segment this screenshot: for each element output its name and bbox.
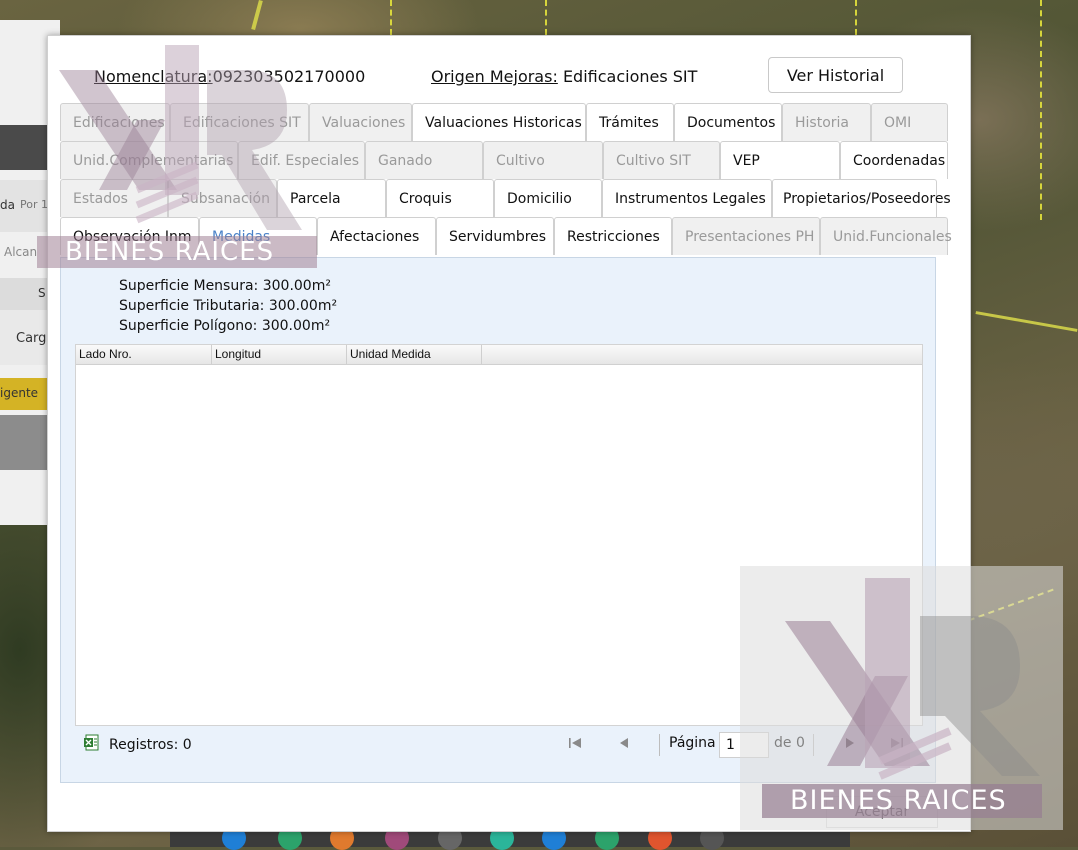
registros-count: Registros: 0 — [109, 737, 192, 753]
tab-parcela[interactable]: Parcela — [277, 179, 386, 217]
panel-text-cargar[interactable]: Carg — [16, 331, 46, 346]
medidas-panel: Superficie Mensura: 300.00m² Superficie … — [60, 257, 936, 783]
origen-mejoras-label: Origen Mejoras: — [431, 67, 558, 86]
tab-domicilio[interactable]: Domicilio — [494, 179, 602, 217]
nomenclatura-header: Nomenclatura:092303502170000 — [94, 67, 365, 86]
nomenclatura-value: 092303502170000 — [212, 67, 366, 86]
panel-text-por: Por 1 — [20, 198, 48, 211]
tab-cultivo[interactable]: Cultivo — [483, 141, 603, 179]
tab-row-1: Edificaciones Edificaciones SIT Valuacio… — [60, 103, 948, 141]
tab-edificaciones-sit[interactable]: Edificaciones SIT — [170, 103, 309, 141]
column-lado-nro[interactable]: Lado Nro. — [76, 345, 212, 364]
panel-text-da: da — [0, 198, 15, 212]
total-pages-label: de 0 — [774, 735, 805, 751]
panel-text-vigente: igente — [0, 386, 39, 400]
tab-documentos[interactable]: Documentos — [674, 103, 782, 141]
tab-omi[interactable]: OMI — [871, 103, 948, 141]
origen-mejoras-value: Edificaciones SIT — [562, 67, 698, 86]
medidas-grid: Lado Nro. Longitud Unidad Medida — [75, 344, 923, 726]
ver-historial-button[interactable]: Ver Historial — [768, 57, 903, 93]
tab-edif-especiales[interactable]: Edif. Especiales — [238, 141, 365, 179]
tab-edificaciones[interactable]: Edificaciones — [60, 103, 170, 141]
next-page-icon[interactable] — [843, 736, 857, 754]
superficie-mensura: Superficie Mensura: 300.00m² — [119, 278, 331, 294]
tab-unid-complementarias[interactable]: Unid.Complementarias — [60, 141, 238, 179]
tab-row-2: Unid.Complementarias Edif. Especiales Ga… — [60, 141, 948, 179]
tab-row-3: Estados Subsanación Parcela Croquis Domi… — [60, 179, 951, 217]
tab-cultivo-sit[interactable]: Cultivo SIT — [603, 141, 720, 179]
grid-pager: Registros: 0 Página de 0 — [61, 726, 935, 766]
tab-valuaciones[interactable]: Valuaciones — [309, 103, 412, 141]
tab-coordenadas[interactable]: Coordenadas — [840, 141, 948, 179]
pager-separator — [659, 734, 660, 756]
tab-presentaciones-ph[interactable]: Presentaciones PH — [672, 217, 820, 255]
panel-text-s: S — [38, 286, 46, 300]
tab-vep[interactable]: VEP — [720, 141, 840, 179]
aceptar-button[interactable]: Aceptar — [826, 796, 938, 828]
column-longitud[interactable]: Longitud — [212, 345, 347, 364]
grid-header: Lado Nro. Longitud Unidad Medida — [76, 345, 922, 365]
origen-mejoras-header: Origen Mejoras: Edificaciones SIT — [431, 67, 697, 86]
prev-page-icon[interactable] — [617, 736, 631, 754]
tab-subsanacion[interactable]: Subsanación — [168, 179, 277, 217]
nomenclatura-label: Nomenclatura: — [94, 67, 213, 86]
tab-valuaciones-historicas[interactable]: Valuaciones Historicas — [412, 103, 586, 141]
parcel-info-dialog: Nomenclatura:092303502170000 Origen Mejo… — [47, 35, 971, 832]
tab-observacion-inm[interactable]: Observación Inm — [60, 217, 199, 255]
pagina-label: Página — [669, 735, 716, 751]
superficie-tributaria: Superficie Tributaria: 300.00m² — [119, 298, 338, 314]
last-page-icon[interactable] — [889, 736, 905, 754]
first-page-icon[interactable] — [567, 736, 583, 754]
tab-propietarios-poseedores[interactable]: Propietarios/Poseedores — [772, 179, 951, 217]
tab-estados[interactable]: Estados — [60, 179, 168, 217]
pager-separator-2 — [813, 734, 814, 756]
panel-text-alcance: Alcan — [4, 245, 38, 259]
tab-unid-funcionales[interactable]: Unid.Funcionales — [820, 217, 952, 255]
tab-tramites[interactable]: Trámites — [586, 103, 674, 141]
page-number-input[interactable] — [719, 732, 769, 758]
tab-croquis[interactable]: Croquis — [386, 179, 494, 217]
superficie-poligono: Superficie Polígono: 300.00m² — [119, 318, 331, 334]
excel-export-icon[interactable] — [83, 734, 100, 755]
tab-afectaciones[interactable]: Afectaciones — [317, 217, 436, 255]
tab-instrumentos-legales[interactable]: Instrumentos Legales — [602, 179, 772, 217]
tab-historia[interactable]: Historia — [782, 103, 871, 141]
tab-restricciones[interactable]: Restricciones — [554, 217, 672, 255]
tab-row-4: Observación Inm Medidas Afectaciones Ser… — [60, 217, 952, 255]
tab-medidas[interactable]: Medidas — [199, 217, 317, 255]
column-unidad-medida[interactable]: Unidad Medida — [347, 345, 482, 364]
tab-servidumbres[interactable]: Servidumbres — [436, 217, 554, 255]
tab-ganado[interactable]: Ganado — [365, 141, 483, 179]
